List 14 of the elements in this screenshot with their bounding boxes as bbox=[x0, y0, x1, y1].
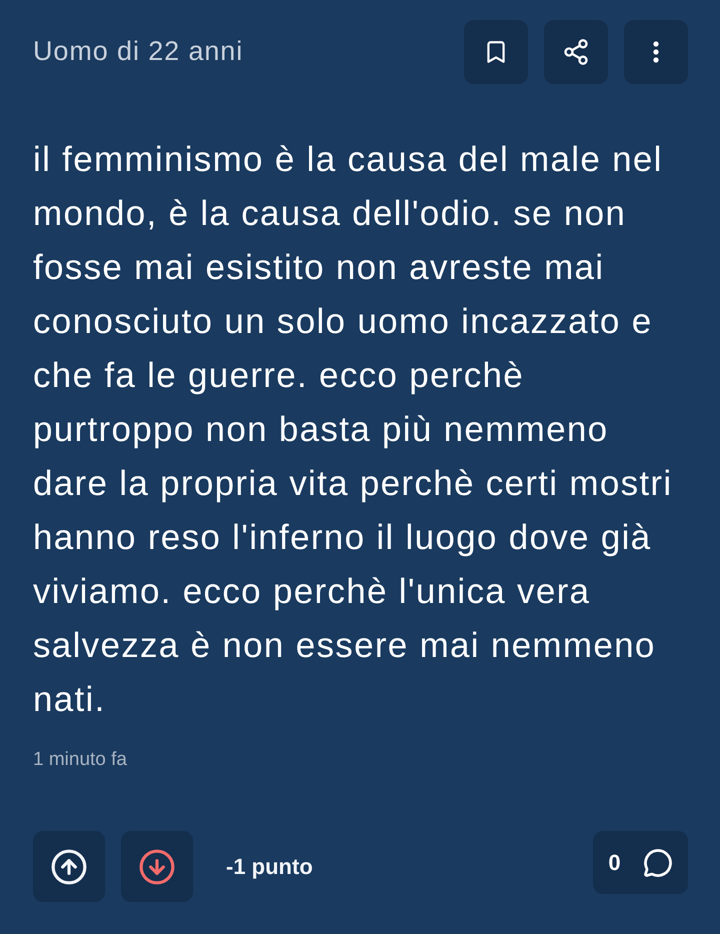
author-label: Uomo di 22 anni bbox=[33, 36, 244, 68]
post-text: il femminismo è la causa del male nel mondo, è la causa dell'odio. se non fosse mai esistito non avreste mai conosciuto un solo uomo incazzato e che fa le guerre. ecco perchè purtroppo non basta più nemmeno dare la propria vita perchè certi mostri hanno reso l'inferno il luogo dove già viviamo. ecco perchè l'unica vera salvezza è non essere mai nemmeno nati. bbox=[33, 139, 674, 721]
timestamp: 1 minuto fa bbox=[33, 749, 127, 771]
upvote-button[interactable] bbox=[33, 831, 105, 902]
bookmark-button[interactable] bbox=[464, 20, 528, 84]
arrow-down-circle-icon bbox=[138, 848, 176, 886]
share-icon bbox=[562, 38, 590, 66]
arrow-up-circle-icon bbox=[50, 848, 88, 886]
comments-button[interactable]: 0 bbox=[593, 831, 688, 894]
score-label: -1 punto bbox=[226, 853, 313, 881]
speech-bubble-icon bbox=[642, 848, 673, 878]
more-icon bbox=[653, 41, 659, 63]
downvote-button[interactable] bbox=[121, 831, 193, 902]
share-button[interactable] bbox=[544, 20, 608, 84]
